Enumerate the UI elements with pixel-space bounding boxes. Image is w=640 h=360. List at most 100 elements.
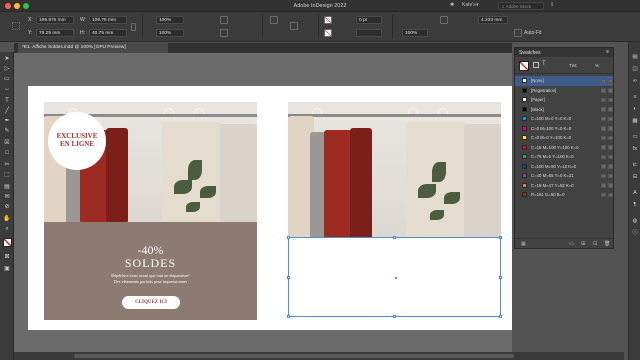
swatches-panel-header[interactable]: Swatches ≡ bbox=[515, 48, 613, 57]
offset-field[interactable]: 4.233 mm bbox=[478, 16, 508, 24]
reference-point-icon[interactable] bbox=[12, 22, 20, 30]
swatches-panel-icon[interactable]: ▦ bbox=[631, 118, 639, 125]
fitting-icon[interactable] bbox=[514, 29, 522, 37]
note-tool-icon[interactable]: ✉ bbox=[3, 194, 11, 201]
type-tool-icon[interactable]: T bbox=[3, 98, 11, 105]
stroke-swatch-icon[interactable] bbox=[324, 29, 332, 37]
scale-x-field[interactable]: 100% bbox=[156, 16, 184, 24]
scale-y-field[interactable]: 100% bbox=[156, 29, 184, 37]
cta-button[interactable]: CLIQUEZ ICI bbox=[122, 296, 180, 309]
scissors-tool-icon[interactable]: ✂ bbox=[3, 162, 11, 169]
character-panel-icon[interactable]: A bbox=[631, 190, 639, 197]
exclusive-badge[interactable]: EXCLUSIVE EN LIGNE bbox=[48, 112, 106, 170]
rectangle-tool-icon[interactable]: □ bbox=[3, 150, 11, 157]
right-page[interactable] bbox=[272, 86, 512, 330]
fill-stroke-swatch-icon[interactable] bbox=[519, 61, 529, 71]
info-panel-icon[interactable]: ⓘ bbox=[631, 230, 639, 237]
panel-menu-icon[interactable]: ≡ bbox=[606, 49, 609, 55]
selected-empty-frame[interactable] bbox=[287, 236, 502, 318]
gradient-tool-icon[interactable]: ▤ bbox=[3, 184, 11, 191]
swatch-item[interactable]: C=40 M=65 Y=0 K=21 bbox=[515, 171, 613, 181]
swatch-item[interactable]: C=100 M=90 Y=10 K=0 bbox=[515, 162, 613, 172]
links-panel-icon[interactable]: ∞ bbox=[631, 78, 639, 85]
trash-icon[interactable]: 🗑 bbox=[604, 241, 610, 247]
frame-handle[interactable] bbox=[287, 315, 290, 318]
cc-libraries-icon[interactable]: ◍ bbox=[631, 218, 639, 225]
rectangle-frame-tool-icon[interactable]: ☒ bbox=[3, 140, 11, 147]
frame-handle[interactable] bbox=[499, 276, 502, 279]
effects-panel-icon[interactable]: fx bbox=[631, 146, 639, 153]
zoom-tool-icon[interactable]: ⌕ bbox=[3, 226, 11, 233]
horizontal-scrollbar[interactable] bbox=[14, 352, 624, 360]
stroke-type-dropdown[interactable] bbox=[356, 29, 382, 37]
x-position-field[interactable]: 189.875 mm bbox=[36, 16, 74, 24]
formatting-container-icon[interactable] bbox=[533, 62, 539, 68]
swatch-item[interactable]: C=15 M=100 Y=100 K=0 bbox=[515, 143, 613, 153]
selection-tool-icon[interactable]: ➤ bbox=[3, 56, 11, 63]
workspace-switcher[interactable]: Kate's bbox=[462, 2, 476, 8]
scrollbar-thumb[interactable] bbox=[74, 354, 514, 358]
paragraph-panel-icon[interactable]: ¶ bbox=[631, 202, 639, 209]
stroke-weight-field[interactable]: 0 pt bbox=[356, 16, 382, 24]
rotate-icon[interactable] bbox=[220, 16, 228, 24]
show-kinds-icon[interactable]: ▦ bbox=[521, 241, 526, 247]
stroke-panel-icon[interactable]: ≡ bbox=[631, 94, 639, 101]
y-position-field[interactable]: 78.25 mm bbox=[36, 29, 74, 37]
swatch-item[interactable]: [Registration] bbox=[515, 86, 613, 96]
width-field[interactable]: 109.75 mm bbox=[89, 16, 127, 24]
color-panel-icon[interactable]: ◐ bbox=[631, 106, 639, 113]
swatch-item[interactable]: [None] bbox=[515, 76, 613, 86]
document-tab[interactable]: *E1. Affiche Soldes.indd @ 100% [GPU Pre… bbox=[18, 43, 168, 53]
frame-handle[interactable] bbox=[393, 315, 396, 318]
swatch-item[interactable]: [Black] bbox=[515, 105, 613, 115]
share-icon[interactable]: ⇪ bbox=[550, 2, 554, 8]
folder-icon[interactable]: ▭ bbox=[569, 241, 574, 247]
clothing-rack-photo[interactable] bbox=[288, 102, 501, 238]
new-swatch-icon[interactable]: ⊞ bbox=[581, 241, 585, 247]
line-tool-icon[interactable]: ╱ bbox=[3, 108, 11, 115]
swatch-item[interactable]: [Paper] bbox=[515, 95, 613, 105]
frame-handle[interactable] bbox=[499, 236, 502, 239]
swatch-item[interactable]: C=19 M=47 Y=92 K=0 bbox=[515, 181, 613, 191]
swatch-item[interactable]: C=100 M=0 Y=0 K=0 bbox=[515, 114, 613, 124]
text-wrap-panel-icon[interactable]: ⊏ bbox=[631, 162, 639, 169]
left-page[interactable]: EXCLUSIVE EN LIGNE -40% SOLDES Dépêchez-… bbox=[28, 86, 272, 330]
hand-tool-icon[interactable]: ✋ bbox=[3, 216, 11, 223]
select-container-icon[interactable] bbox=[290, 22, 298, 30]
flip-icon[interactable] bbox=[270, 16, 278, 24]
align-panel-icon[interactable]: ⊟ bbox=[631, 174, 639, 181]
frame-handle[interactable] bbox=[393, 236, 396, 239]
swatch-item[interactable]: C=75 M=5 Y=100 K=0 bbox=[515, 152, 613, 162]
swatch-item[interactable]: R=151 G=50 B=0 bbox=[515, 190, 613, 200]
shear-icon[interactable] bbox=[220, 29, 228, 37]
formatting-text-icon[interactable]: T bbox=[542, 61, 546, 67]
frame-handle[interactable] bbox=[287, 276, 290, 279]
tint-value[interactable]: % bbox=[595, 63, 599, 68]
gap-tool-icon[interactable]: ↔ bbox=[3, 86, 11, 93]
frame-handle[interactable] bbox=[499, 315, 502, 318]
opacity-field[interactable]: 100% bbox=[402, 29, 428, 37]
apply-none-icon[interactable]: ⊠ bbox=[3, 254, 11, 261]
free-transform-tool-icon[interactable]: ⬚ bbox=[3, 172, 11, 179]
fill-stroke-icon[interactable] bbox=[3, 238, 12, 247]
swatch-item[interactable]: C=0 M=0 Y=100 K=0 bbox=[515, 133, 613, 143]
lightbulb-icon[interactable]: ✱ bbox=[450, 2, 454, 8]
pen-tool-icon[interactable]: ✒ bbox=[3, 118, 11, 125]
page-tool-icon[interactable]: ▭ bbox=[3, 76, 11, 83]
height-field[interactable]: 40.75 mm bbox=[89, 29, 127, 37]
gradient-panel-icon[interactable]: ▭ bbox=[631, 134, 639, 141]
fill-swatch-icon[interactable] bbox=[324, 16, 332, 24]
drop-shadow-icon[interactable] bbox=[440, 16, 448, 24]
pencil-tool-icon[interactable]: ✎ bbox=[3, 128, 11, 135]
direct-selection-tool-icon[interactable]: ▷ bbox=[3, 66, 11, 73]
new-color-group-icon[interactable]: ⊡ bbox=[593, 241, 597, 247]
constrain-proportions-icon[interactable] bbox=[131, 23, 136, 31]
auto-fit-checkbox-label[interactable]: Auto-Fit bbox=[524, 30, 542, 36]
swatch-item[interactable]: C=0 M=100 Y=0 K=0 bbox=[515, 124, 613, 134]
layers-panel-icon[interactable]: ◫ bbox=[631, 66, 639, 73]
search-input[interactable]: ⌕ Adobe Stock bbox=[498, 2, 544, 10]
pages-panel-icon[interactable]: ▤ bbox=[631, 54, 639, 61]
promo-panel[interactable]: -40% SOLDES Dépêchez-vous avant que tout… bbox=[44, 222, 257, 320]
view-mode-icon[interactable]: ▣ bbox=[3, 266, 11, 273]
eyedropper-tool-icon[interactable]: ⊘ bbox=[3, 204, 11, 211]
